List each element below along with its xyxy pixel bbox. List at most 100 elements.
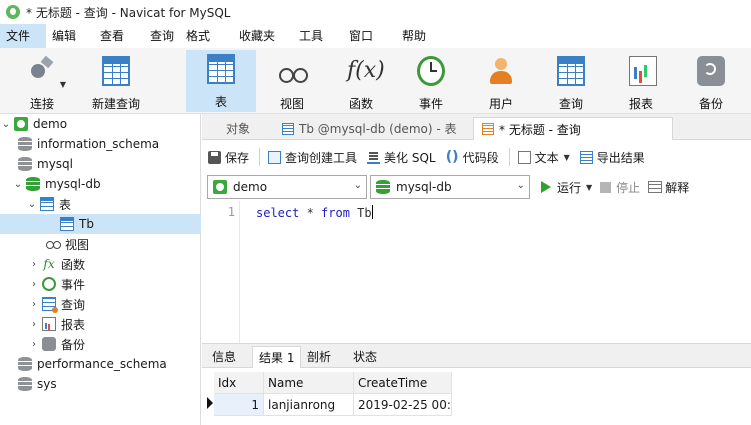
tree-db-performance-schema[interactable]: performance_schema xyxy=(0,354,201,374)
menu-favorites[interactable]: 收藏夹 xyxy=(233,24,293,48)
table-cell[interactable]: lanjianrong xyxy=(264,394,354,416)
tree-connection-demo[interactable]: ⌄ demo xyxy=(0,114,201,134)
backup-label: 备份 xyxy=(698,97,723,111)
table-button[interactable]: 表 xyxy=(186,50,256,112)
tab-status[interactable]: 状态 xyxy=(347,346,383,368)
save-label: 保存 xyxy=(225,150,250,165)
explain-label: 解释 xyxy=(665,180,690,195)
explain-button[interactable]: 解释 xyxy=(648,179,689,196)
tab-info[interactable]: 信息 xyxy=(206,346,242,368)
column-header-idx[interactable]: Idx xyxy=(214,372,264,394)
export-icon xyxy=(579,150,593,164)
column-header-createtime[interactable]: CreateTime xyxy=(354,372,452,394)
sql-code-line[interactable]: select * from Tb xyxy=(256,205,373,220)
tree-db-sys[interactable]: sys xyxy=(0,374,201,394)
function-button[interactable]: f(x) 函数 xyxy=(333,52,389,112)
expand-arrow-icon[interactable]: › xyxy=(28,279,40,290)
database-label: performance_schema xyxy=(37,357,167,371)
plug-icon: ▼ xyxy=(28,56,66,89)
menu-file[interactable]: 文件 xyxy=(0,24,46,48)
tree-events-folder[interactable]: › 事件 xyxy=(0,274,201,294)
menu-edit[interactable]: 编辑 xyxy=(46,24,94,48)
database-open-icon xyxy=(26,177,40,191)
query-builder-button[interactable]: 查询创建工具 xyxy=(268,149,357,166)
chevron-down-icon: ⌄ xyxy=(353,180,362,191)
user-label: 用户 xyxy=(488,97,513,111)
title-bar: * 无标题 - 查询 - Navicat for MySQL xyxy=(0,0,751,24)
tab-table-tb[interactable]: Tb @mysql-db (demo) - 表 xyxy=(274,117,470,140)
text-document-icon xyxy=(517,150,531,164)
table-cell[interactable]: 2019-02-25 00:0 xyxy=(354,394,452,416)
snippet-label: 代码段 xyxy=(462,150,499,165)
explain-icon xyxy=(648,181,663,193)
line-number: 1 xyxy=(227,205,235,219)
tab-untitled-query[interactable]: * 无标题 - 查询 xyxy=(473,117,673,140)
tree-reports-folder[interactable]: › 报表 xyxy=(0,314,201,334)
user-button[interactable]: 用户 xyxy=(473,52,529,112)
database-select[interactable]: mysql-db ⌄ xyxy=(370,175,530,199)
menu-help[interactable]: 帮助 xyxy=(396,24,436,48)
tab-profile[interactable]: 剖析 xyxy=(301,346,337,368)
connection-select[interactable]: demo ⌄ xyxy=(207,175,367,199)
code-snippet-button[interactable]: () 代码段 xyxy=(446,149,499,166)
table-icon xyxy=(207,54,235,84)
expand-arrow-icon[interactable]: › xyxy=(28,299,40,310)
tab-objects[interactable]: 对象 xyxy=(218,117,274,140)
menu-format[interactable]: 格式 xyxy=(180,24,233,48)
backup-icon xyxy=(42,337,56,351)
text-button[interactable]: 文本 ▼ xyxy=(517,149,570,166)
tables-label: 表 xyxy=(59,197,72,212)
tree-functions-folder[interactable]: › fx 函数 xyxy=(0,254,201,274)
save-button[interactable]: 保存 xyxy=(208,149,249,166)
query-button[interactable]: 查询 xyxy=(543,52,599,112)
stop-button[interactable]: 停止 xyxy=(600,179,640,196)
backup-button[interactable]: 备份 xyxy=(683,52,739,112)
tab-result-1[interactable]: 结果 1 xyxy=(252,346,302,368)
tree-views-folder[interactable]: 视图 xyxy=(0,234,201,254)
table-folder-icon xyxy=(40,197,54,211)
tree-queries-folder[interactable]: › 查询 xyxy=(0,294,201,314)
menu-window[interactable]: 窗口 xyxy=(343,24,396,48)
sql-editor[interactable]: 1 select * from Tb xyxy=(202,201,751,343)
table-cell[interactable]: 1 xyxy=(214,394,264,416)
new-query-label: 新建查询 xyxy=(91,97,140,111)
stop-icon xyxy=(600,181,612,193)
result-grid[interactable]: Idx Name CreateTime 1 lanjianrong 2019-0… xyxy=(202,368,751,425)
connect-button[interactable]: ▼ 连接 xyxy=(14,52,70,112)
menu-tools[interactable]: 工具 xyxy=(293,24,343,48)
save-icon xyxy=(208,150,221,164)
beautify-sql-button[interactable]: 美化 SQL xyxy=(367,149,436,166)
function-icon: fx xyxy=(43,257,55,271)
beautify-label: 美化 SQL xyxy=(384,150,436,165)
export-results-button[interactable]: 导出结果 xyxy=(579,149,645,166)
menu-view[interactable]: 查看 xyxy=(94,24,144,48)
tree-tables-folder[interactable]: ⌄ 表 xyxy=(0,194,201,214)
clock-icon xyxy=(417,56,445,86)
expand-arrow-icon[interactable]: › xyxy=(28,319,40,330)
tree-db-mysql[interactable]: mysql xyxy=(0,154,201,174)
queries-label: 查询 xyxy=(61,297,86,312)
collapse-arrow-icon[interactable]: ⌄ xyxy=(12,179,24,190)
events-label: 事件 xyxy=(61,277,86,292)
tree-backups-folder[interactable]: › 备份 xyxy=(0,334,201,354)
menu-query[interactable]: 查询 xyxy=(144,24,180,48)
separator xyxy=(259,148,261,166)
expand-arrow-icon[interactable]: › xyxy=(28,259,40,270)
column-header-name[interactable]: Name xyxy=(264,372,354,394)
menu-bar: 文件 编辑 查看 查询 格式 收藏夹 工具 窗口 帮助 xyxy=(0,24,751,48)
tree-table-tb[interactable]: Tb xyxy=(0,214,201,234)
view-button[interactable]: 视图 xyxy=(264,52,320,112)
collapse-arrow-icon[interactable]: ⌄ xyxy=(0,119,12,130)
tree-db-information-schema[interactable]: information_schema xyxy=(0,134,201,154)
tree-db-mysql-db[interactable]: ⌄ mysql-db xyxy=(0,174,201,194)
event-button[interactable]: 事件 xyxy=(403,52,459,112)
collapse-arrow-icon[interactable]: ⌄ xyxy=(26,199,38,210)
text-cursor xyxy=(371,205,373,219)
expand-arrow-icon[interactable]: › xyxy=(28,339,40,350)
new-query-button[interactable]: 新建查询 xyxy=(88,52,144,112)
current-row-indicator-icon xyxy=(207,397,213,409)
table-icon xyxy=(60,217,74,231)
run-button[interactable]: 运行 ▼ xyxy=(541,179,592,196)
database-icon xyxy=(18,157,32,171)
report-button[interactable]: 报表 xyxy=(613,52,669,112)
